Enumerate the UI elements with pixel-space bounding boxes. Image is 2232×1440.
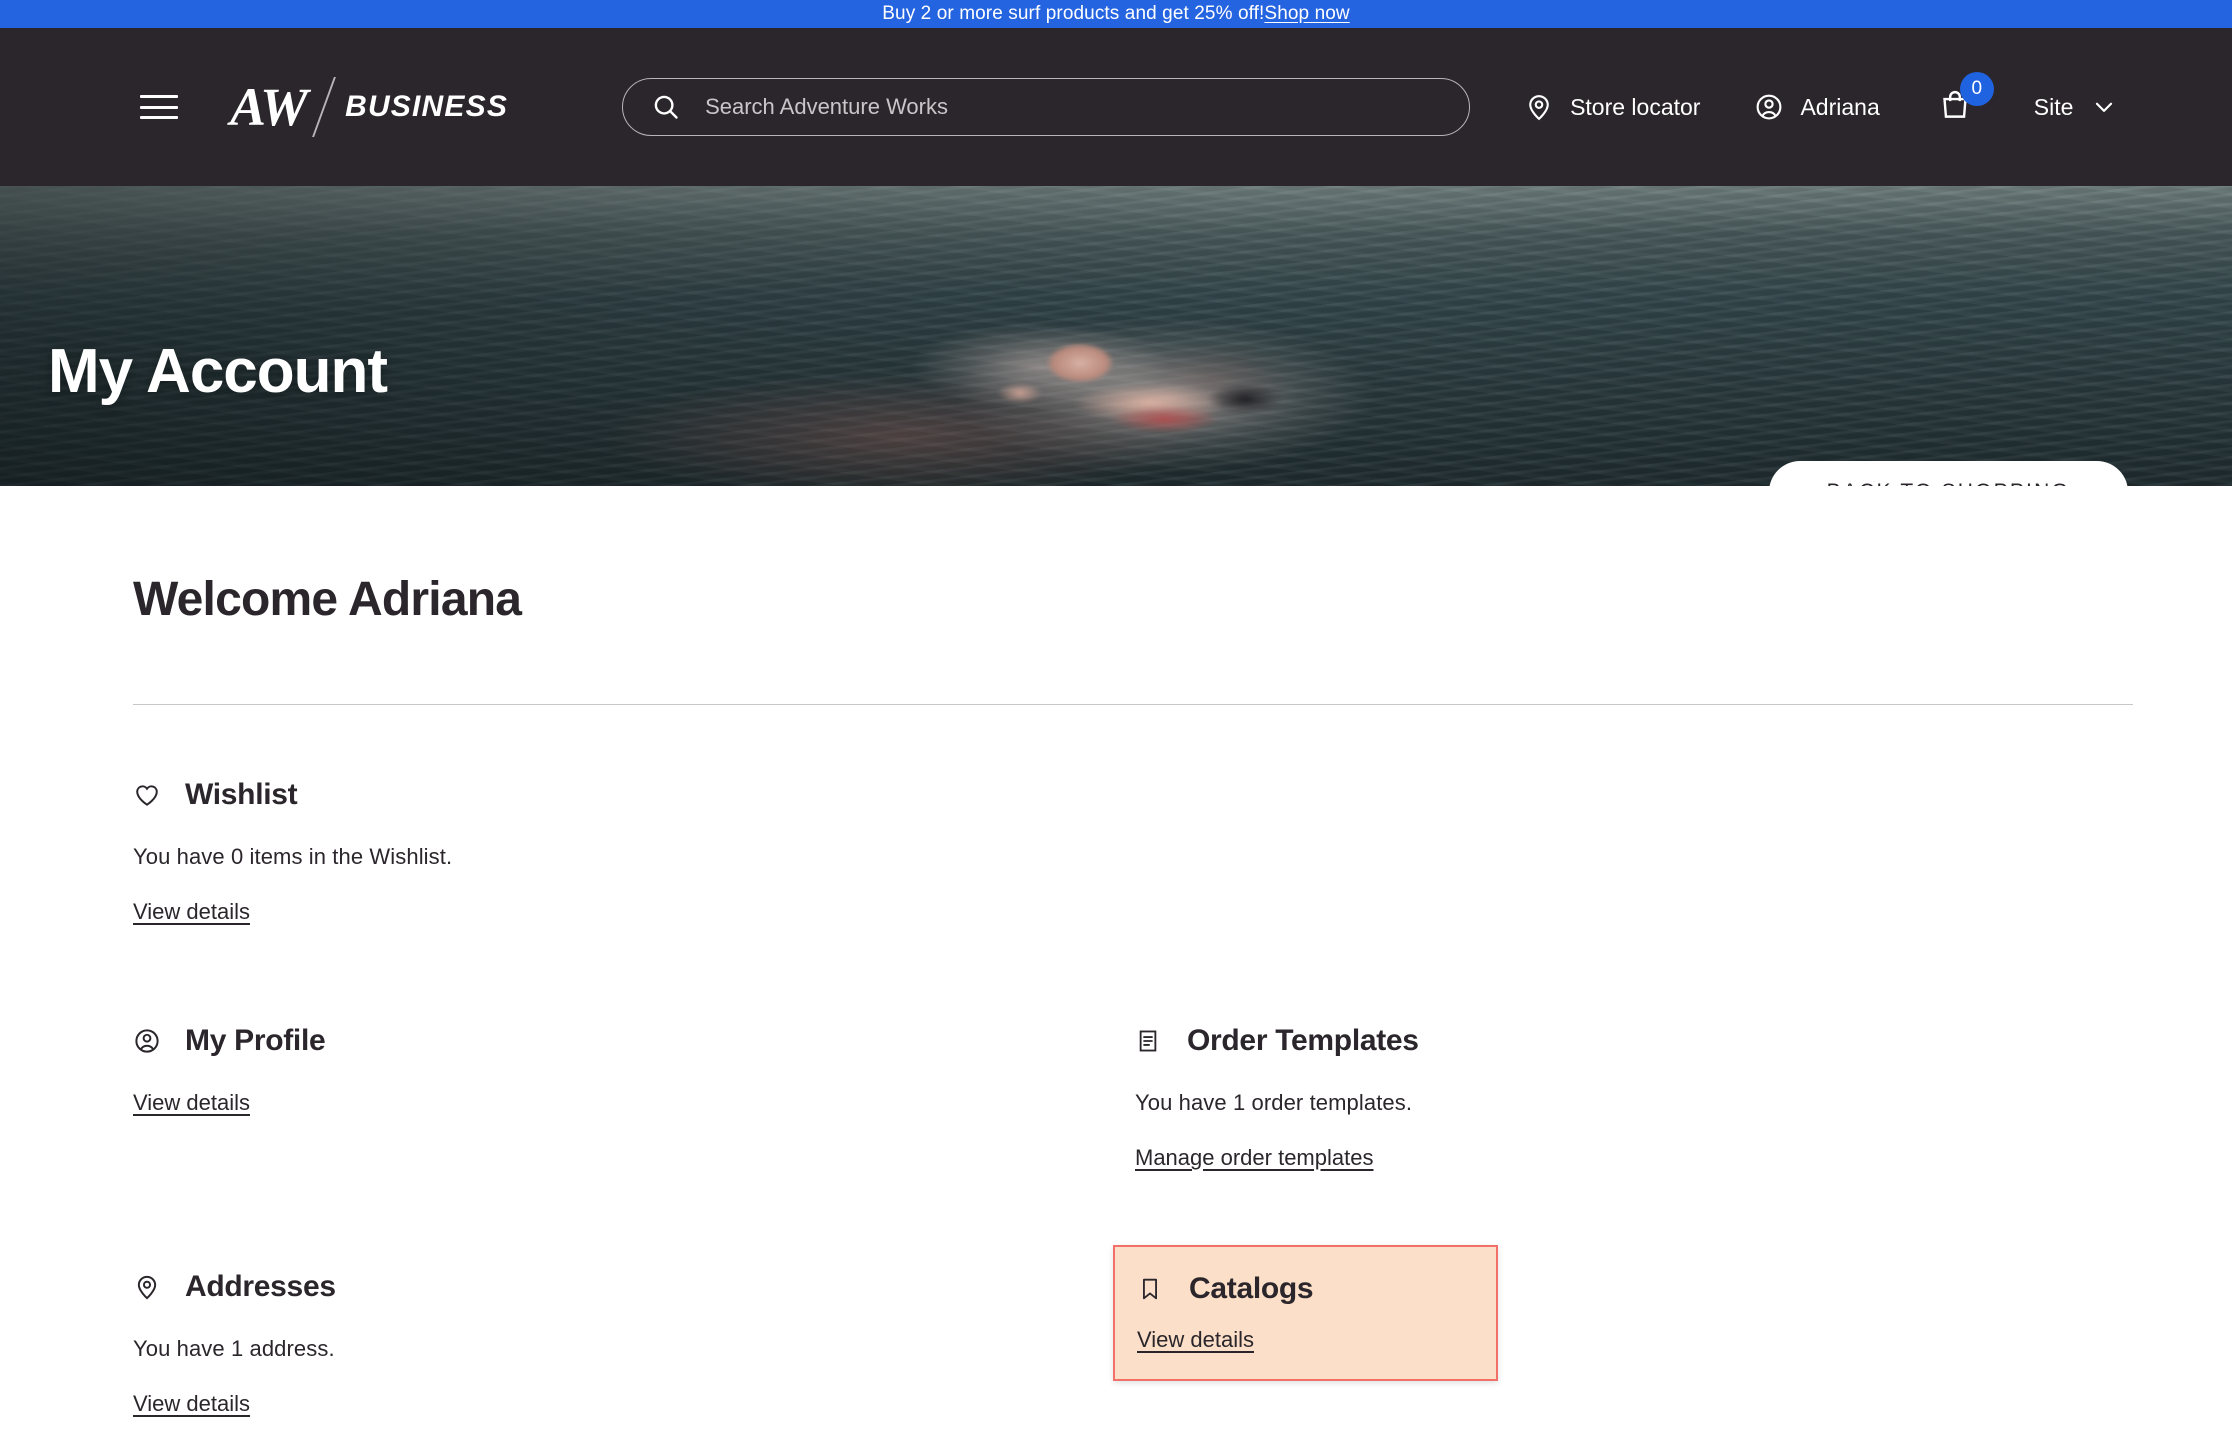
site-selector-label: Site [2033,93,2074,120]
promo-banner: Buy 2 or more surf products and get 25% … [0,0,2232,28]
tile-column-left: Addresses You have 1 address. View detai… [133,1267,1135,1417]
search-bar[interactable] [622,78,1471,136]
hero-banner: My Account BACK TO SHOPPING [0,186,2232,486]
user-circle-icon [133,1027,163,1055]
tile-column-right [1135,775,2137,925]
tile-column-left: Wishlist You have 0 items in the Wishlis… [133,775,1135,925]
tile-row: My Profile View details Order Templates … [133,1021,2133,1171]
tile-view-details-link[interactable]: View details [133,1391,250,1417]
back-to-shopping-button[interactable]: BACK TO SHOPPING [1768,461,2128,486]
store-locator-link[interactable]: Store locator [1524,92,1700,122]
tile-description: You have 1 address. [133,1336,335,1361]
hamburger-menu-icon[interactable] [140,91,182,123]
chevron-down-icon [2091,94,2117,120]
tile-column-left: My Profile View details [133,1021,1135,1171]
bookmark-icon [1137,1276,1167,1302]
tile-description: You have 1 order templates. [1135,1090,1413,1115]
brand-logo-primary: AW [230,77,308,137]
tile-header: Order Templates [1135,1021,2137,1061]
brand-logo-slash-icon [312,77,336,137]
search-icon [651,92,681,122]
cart-count-badge: 0 [1959,71,1994,106]
heart-icon [133,781,163,809]
tile-row: Wishlist You have 0 items in the Wishlis… [133,775,2133,925]
tile-view-details-link[interactable]: View details [1137,1327,1254,1353]
brand-logo[interactable]: AW BUSINESS [230,77,508,137]
tile-header: Catalogs [1137,1269,1470,1309]
brand-logo-secondary: BUSINESS [345,90,509,123]
tile-column-right: Catalogs View details [1113,1245,2137,1417]
promo-banner-text: Buy 2 or more surf products and get 25% … [882,3,1265,24]
cart-button[interactable]: 0 [1938,71,1994,127]
site-header: AW BUSINESS Store locator [0,28,2232,186]
header-actions: Store locator Adriana 0 Site [1470,71,2118,127]
section-divider [133,704,2133,705]
hamburger-line [140,116,178,119]
account-main: Welcome Adriana Wishlist You have 0 item… [0,486,2232,1417]
tile-my-profile: My Profile View details [133,1021,1135,1116]
tile-header: Addresses [133,1267,1135,1307]
tile-row: Addresses You have 1 address. View detai… [133,1245,2133,1417]
tile-header: My Profile [133,1021,1135,1061]
promo-shop-now-link[interactable]: Shop now [1264,3,1349,25]
tile-title: Addresses [185,1270,336,1303]
tile-header: Wishlist [133,775,1135,815]
user-circle-icon [1754,92,1784,122]
tile-catalogs[interactable]: Catalogs View details [1113,1245,1498,1381]
location-pin-icon [1524,92,1554,122]
tile-title: Wishlist [185,778,298,811]
account-menu[interactable]: Adriana [1754,92,1880,122]
tile-title: Catalogs [1189,1272,1314,1305]
tile-description: You have 0 items in the Wishlist. [133,844,453,869]
hamburger-line [140,95,178,98]
tile-wishlist: Wishlist You have 0 items in the Wishlis… [133,775,1135,925]
site-selector[interactable]: Site [2034,94,2118,121]
welcome-heading: Welcome Adriana [133,573,522,626]
store-locator-label: Store locator [1570,93,1701,120]
tile-view-details-link[interactable]: View details [133,1090,250,1116]
tile-title: Order Templates [1187,1024,1419,1057]
document-list-icon [1135,1028,1165,1054]
tile-view-details-link[interactable]: View details [133,899,250,925]
tile-addresses: Addresses You have 1 address. View detai… [133,1267,1135,1417]
page-title: My Account [48,337,388,406]
hamburger-line [140,105,178,109]
account-tiles: Wishlist You have 0 items in the Wishlis… [133,775,2133,1417]
tile-order-templates: Order Templates You have 1 order templat… [1135,1021,2137,1171]
tile-title: My Profile [185,1024,326,1057]
account-name-label: Adriana [1800,93,1880,120]
tile-column-right: Order Templates You have 1 order templat… [1135,1021,2137,1171]
search-input[interactable] [705,94,1442,120]
location-pin-icon [133,1273,163,1301]
tile-manage-order-templates-link[interactable]: Manage order templates [1135,1145,1373,1171]
